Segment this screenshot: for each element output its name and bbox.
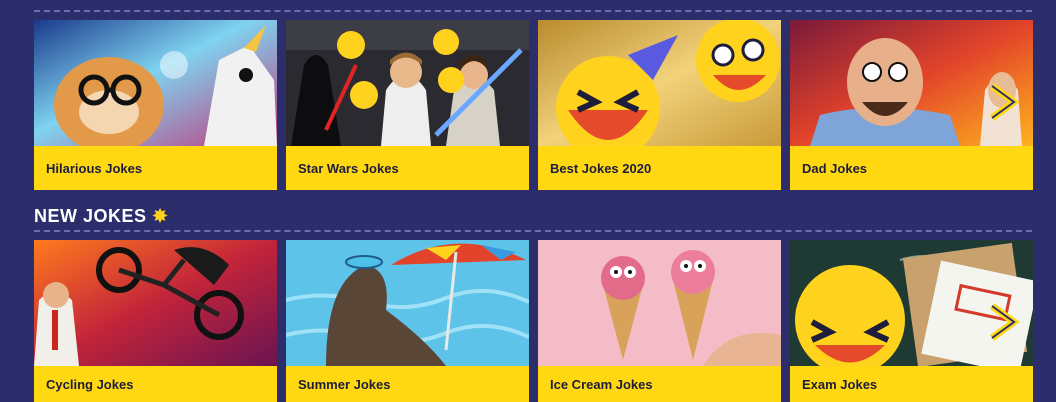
- bmx-bike-rider-image: [34, 240, 277, 366]
- top-divider: [34, 10, 1032, 12]
- card-label: Ice Cream Jokes: [538, 366, 781, 402]
- jokes-page: Hilarious Jokes Star Wars Jokes Best Jok…: [0, 0, 1056, 402]
- chevron-right-icon: [989, 83, 1020, 121]
- laughing-emoji-party-image: [538, 20, 781, 146]
- card-dad-jokes[interactable]: Dad Jokes: [790, 20, 1033, 190]
- card-star-wars-jokes[interactable]: Star Wars Jokes: [286, 20, 529, 190]
- card-label: Star Wars Jokes: [286, 146, 529, 190]
- sparkle-star-icon: ✸: [152, 206, 169, 226]
- card-summer-jokes[interactable]: Summer Jokes: [286, 240, 529, 402]
- card-label: Hilarious Jokes: [34, 146, 277, 190]
- laughing-dad-image: [790, 20, 1033, 146]
- card-hilarious-jokes[interactable]: Hilarious Jokes: [34, 20, 277, 190]
- star-wars-characters-image: [286, 20, 529, 146]
- card-best-jokes-2020[interactable]: Best Jokes 2020: [538, 20, 781, 190]
- chevron-right-icon: [989, 303, 1020, 341]
- section-divider: [34, 230, 1032, 232]
- card-label: Exam Jokes: [790, 366, 1033, 402]
- card-label: Best Jokes 2020: [538, 146, 781, 190]
- card-cycling-jokes[interactable]: Cycling Jokes: [34, 240, 277, 402]
- card-label: Cycling Jokes: [34, 366, 277, 402]
- ice-cream-cones-image: [538, 240, 781, 366]
- card-label: Dad Jokes: [790, 146, 1033, 190]
- card-ice-cream-jokes[interactable]: Ice Cream Jokes: [538, 240, 781, 402]
- sea-lion-beach-umbrella-image: [286, 240, 529, 366]
- section-title-text: NEW JOKES: [34, 206, 147, 226]
- laughing-emoji-notebook-image: [790, 240, 1033, 366]
- section-title-new-jokes: NEW JOKES ✸: [34, 206, 168, 227]
- card-label: Summer Jokes: [286, 366, 529, 402]
- cat-and-unicorn-image: [34, 20, 277, 146]
- card-exam-jokes[interactable]: Exam Jokes: [790, 240, 1033, 402]
